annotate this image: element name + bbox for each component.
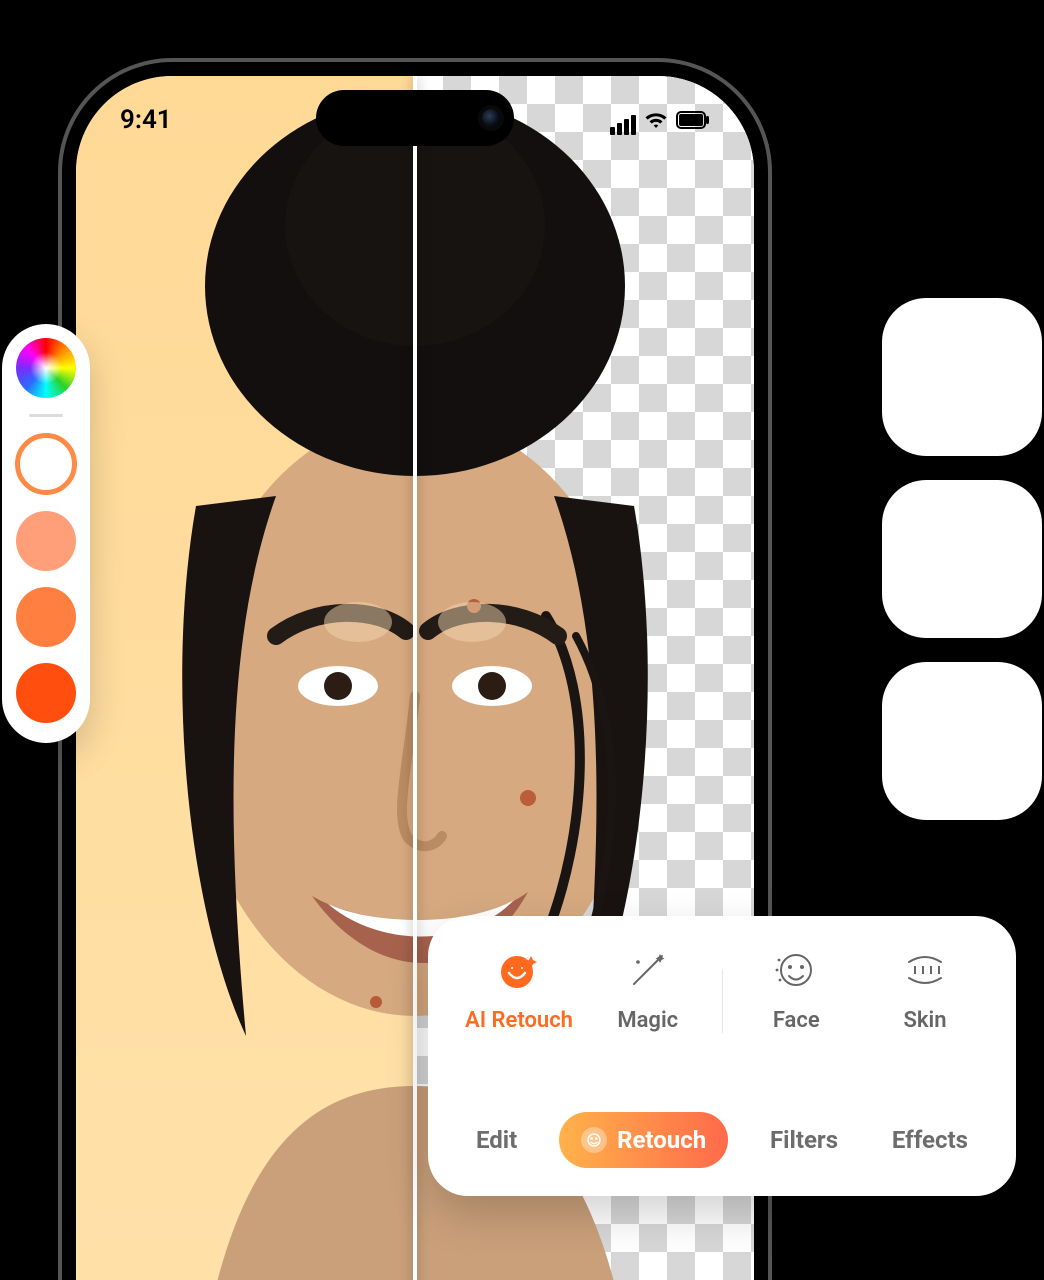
before-after-divider[interactable] <box>413 76 417 1280</box>
mode-edit[interactable]: Edit <box>464 1112 529 1168</box>
color-swatch[interactable] <box>16 587 76 647</box>
magic-wand-icon <box>622 944 674 996</box>
mode-label: Retouch <box>617 1126 706 1154</box>
face-icon <box>770 944 822 996</box>
preset-thumbnail[interactable] <box>882 662 1042 820</box>
tool-face[interactable]: Face <box>741 944 851 1033</box>
retouch-pill-icon <box>581 1127 607 1153</box>
palette-divider <box>29 414 63 417</box>
mode-row: Edit Retouch Filters Effects <box>464 1112 980 1168</box>
color-swatch-selected[interactable] <box>15 433 77 495</box>
preset-thumbnail[interactable] <box>882 480 1042 638</box>
color-picker-wheel-icon[interactable] <box>16 338 76 398</box>
color-swatch[interactable] <box>16 511 76 571</box>
dynamic-island <box>316 90 514 146</box>
wifi-icon <box>644 110 668 130</box>
tool-label: AI Retouch <box>465 1008 573 1033</box>
tool-label: Skin <box>903 1008 946 1033</box>
mode-effects[interactable]: Effects <box>880 1112 980 1168</box>
tool-magic[interactable]: Magic <box>593 944 703 1033</box>
tool-label: Face <box>773 1008 820 1033</box>
skin-icon <box>899 944 951 996</box>
battery-icon <box>676 111 710 129</box>
tool-label: Magic <box>617 1008 678 1033</box>
ai-retouch-icon <box>493 944 545 996</box>
tool-row: AI Retouch Magic Face <box>464 944 980 1033</box>
preset-thumbnails <box>882 298 1042 820</box>
mode-filters[interactable]: Filters <box>758 1112 850 1168</box>
mode-retouch[interactable]: Retouch <box>559 1112 728 1168</box>
tool-ai-retouch[interactable]: AI Retouch <box>464 944 574 1033</box>
status-time: 9:41 <box>120 105 172 135</box>
preset-thumbnail[interactable] <box>882 298 1042 456</box>
color-swatch[interactable] <box>16 663 76 723</box>
front-camera-icon <box>482 109 500 127</box>
tool-skin[interactable]: Skin <box>870 944 980 1033</box>
tool-divider <box>722 969 723 1033</box>
tools-panel: AI Retouch Magic Face <box>428 916 1016 1196</box>
cellular-signal-icon <box>608 105 636 135</box>
color-palette <box>2 324 90 743</box>
